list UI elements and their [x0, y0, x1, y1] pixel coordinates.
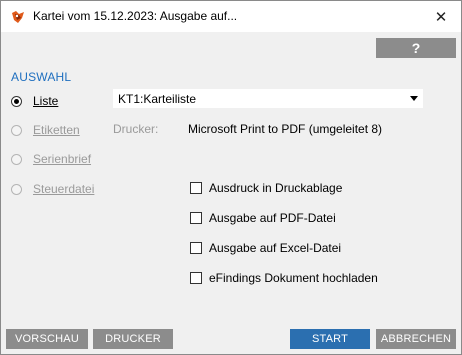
app-logo-icon — [10, 9, 26, 25]
checkbox-option-pdf[interactable]: Ausgabe auf PDF-Datei — [190, 211, 336, 225]
radio-option-liste[interactable]: Liste — [11, 94, 58, 108]
printer-value: Microsoft Print to PDF (umgeleitet 8) — [188, 122, 383, 136]
checkbox-option-efindings[interactable]: eFindings Dokument hochladen — [190, 271, 378, 285]
start-button-label: START — [311, 333, 349, 345]
radio-button-serienbrief — [11, 153, 22, 165]
close-icon: ✕ — [434, 8, 448, 26]
checkbox-option-druckablage[interactable]: Ausdruck in Druckablage — [190, 181, 342, 195]
checkbox-label-efindings: eFindings Dokument hochladen — [209, 271, 378, 285]
checkbox-druckablage[interactable] — [190, 182, 202, 194]
cancel-button-label: ABBRECHEN — [380, 333, 452, 345]
checkbox-pdf[interactable] — [190, 212, 202, 224]
radio-option-serienbrief: Serienbrief — [11, 152, 91, 166]
chevron-down-icon — [410, 96, 418, 101]
help-button[interactable]: ? — [376, 38, 456, 58]
close-button[interactable]: ✕ — [421, 1, 461, 32]
section-label-selection: AUSWAHL — [11, 70, 72, 84]
dialog-window: Kartei vom 15.12.2023: Ausgabe auf... ✕ … — [0, 0, 462, 355]
radio-button-steuerdatei — [11, 183, 22, 195]
radio-option-etiketten: Etiketten — [11, 123, 80, 137]
checkbox-option-excel[interactable]: Ausgabe auf Excel-Datei — [190, 241, 341, 255]
radio-button-etiketten — [11, 124, 22, 136]
printer-button[interactable]: DRUCKER — [93, 329, 173, 349]
checkbox-label-pdf: Ausgabe auf PDF-Datei — [209, 211, 336, 225]
help-button-label: ? — [411, 40, 421, 56]
window-title: Kartei vom 15.12.2023: Ausgabe auf... — [33, 9, 238, 23]
radio-label-serienbrief: Serienbrief — [33, 152, 92, 166]
checkbox-excel[interactable] — [190, 242, 202, 254]
list-select-dropdown[interactable]: KT1:Karteiliste — [113, 89, 423, 108]
printer-button-label: DRUCKER — [105, 333, 161, 345]
title-bar: Kartei vom 15.12.2023: Ausgabe auf... ✕ — [1, 1, 461, 32]
cancel-button[interactable]: ABBRECHEN — [376, 329, 456, 349]
checkbox-efindings[interactable] — [190, 272, 202, 284]
preview-button-label: VORSCHAU — [15, 333, 79, 345]
radio-label-steuerdatei: Steuerdatei — [33, 182, 95, 196]
preview-button[interactable]: VORSCHAU — [6, 329, 88, 349]
radio-label-liste: Liste — [33, 94, 59, 108]
list-select-value: KT1:Karteiliste — [118, 92, 197, 106]
checkbox-label-druckablage: Ausdruck in Druckablage — [209, 181, 343, 195]
start-button[interactable]: START — [290, 329, 370, 349]
checkbox-label-excel: Ausgabe auf Excel-Datei — [209, 241, 342, 255]
printer-label: Drucker: — [113, 122, 159, 136]
radio-option-steuerdatei: Steuerdatei — [11, 182, 94, 196]
radio-label-etiketten: Etiketten — [33, 123, 80, 137]
radio-button-liste[interactable] — [11, 95, 22, 107]
